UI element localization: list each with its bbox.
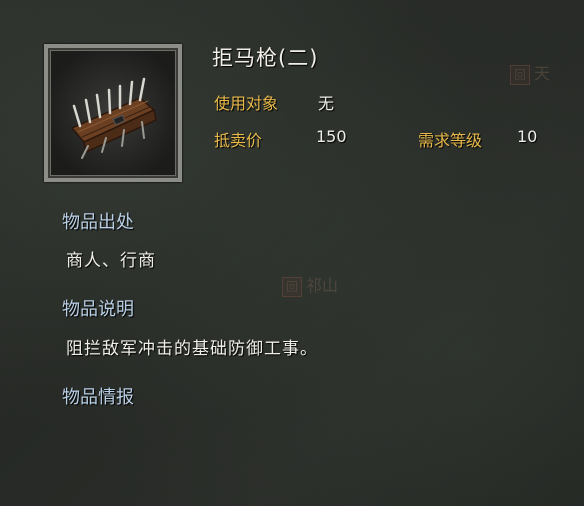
item-icon-frame [44,44,182,182]
description-text: 阻拦敌军冲击的基础防御工事。 [66,339,318,359]
level-value: 10 [517,127,538,146]
cheval-de-frise-icon [70,77,157,159]
map-marker-label: 天 [534,64,551,83]
description-heading: 物品说明 [62,299,134,320]
seal-icon: 回 [282,277,302,297]
target-value: 无 [318,94,335,113]
item-title: 拒马枪(二) [212,46,319,70]
seal-icon: 回 [510,65,530,85]
price-value: 150 [316,127,347,146]
level-label: 需求等级 [418,131,483,150]
origin-heading: 物品出处 [62,212,134,233]
origin-text: 商人、行商 [66,251,156,271]
map-marker-right: 回天 [510,60,550,85]
intel-heading: 物品情报 [62,387,134,408]
target-label: 使用对象 [214,94,279,113]
map-marker-label: 祁山 [306,276,339,295]
map-marker-center: 回祁山 [282,272,338,297]
price-label: 抵卖价 [214,131,263,150]
